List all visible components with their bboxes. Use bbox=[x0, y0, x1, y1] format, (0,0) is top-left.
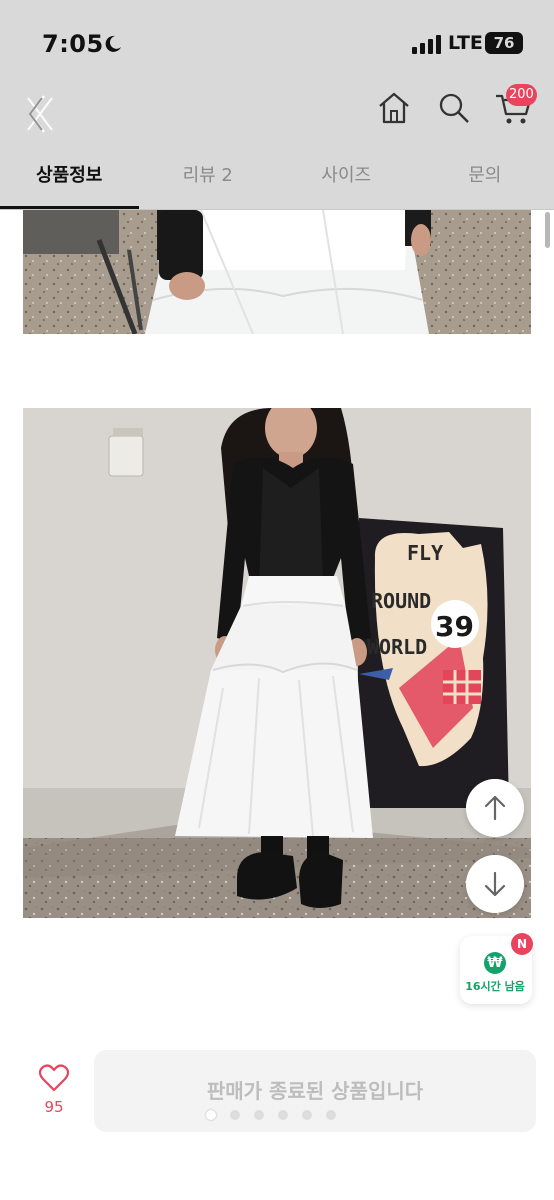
signal-icon bbox=[412, 35, 441, 54]
tab-inquiry[interactable]: 문의 bbox=[416, 152, 554, 209]
home-icon[interactable] bbox=[376, 90, 412, 126]
like-count: 95 bbox=[44, 1098, 64, 1116]
moon-icon bbox=[105, 35, 121, 52]
time-left-text: 16시간 남음 bbox=[465, 980, 525, 993]
arrow-up-icon[interactable] bbox=[466, 779, 524, 837]
tab-reviews[interactable]: 리뷰 2 bbox=[139, 152, 278, 209]
tab-product-info[interactable]: 상품정보 bbox=[0, 152, 139, 209]
product-detail-screen: 7:05 LTE 76 200 상품정보 리뷰 2 사이즈 문의 FLY ROU… bbox=[0, 0, 554, 1200]
search-icon[interactable] bbox=[436, 90, 472, 126]
page-dot bbox=[302, 1110, 312, 1120]
page-indicator bbox=[206, 1110, 336, 1120]
page-dot bbox=[254, 1110, 264, 1120]
top-header bbox=[0, 80, 554, 152]
heart-icon[interactable] bbox=[39, 1064, 69, 1092]
arrow-down-icon[interactable] bbox=[466, 855, 524, 913]
scrollbar-thumb[interactable] bbox=[545, 212, 550, 248]
page-dot bbox=[206, 1110, 216, 1120]
product-photo-2: FLY ROUND WORLD 39 bbox=[23, 408, 531, 918]
network-type: LTE bbox=[448, 32, 483, 54]
like-button[interactable]: 95 bbox=[32, 1064, 76, 1116]
page-dot bbox=[278, 1110, 288, 1120]
status-time: 7:05 bbox=[42, 30, 104, 58]
cart-count-badge: 200 bbox=[506, 84, 537, 106]
won-icon: ₩ bbox=[484, 952, 506, 974]
tab-size[interactable]: 사이즈 bbox=[277, 152, 416, 209]
new-badge: N bbox=[511, 933, 533, 955]
poster-number: 39 bbox=[435, 610, 474, 643]
product-tabs: 상품정보 리뷰 2 사이즈 문의 bbox=[0, 152, 554, 210]
page-dot bbox=[326, 1110, 336, 1120]
page-dot bbox=[230, 1110, 240, 1120]
poster-text-world: WORLD bbox=[367, 635, 427, 659]
poster-text-round: ROUND bbox=[371, 589, 431, 613]
battery-indicator: 76 bbox=[485, 32, 523, 54]
product-photo-1 bbox=[23, 210, 531, 334]
back-icon[interactable] bbox=[22, 90, 58, 138]
status-bar: 7:05 LTE 76 bbox=[0, 0, 554, 80]
poster-text-fly: FLY bbox=[407, 541, 443, 565]
